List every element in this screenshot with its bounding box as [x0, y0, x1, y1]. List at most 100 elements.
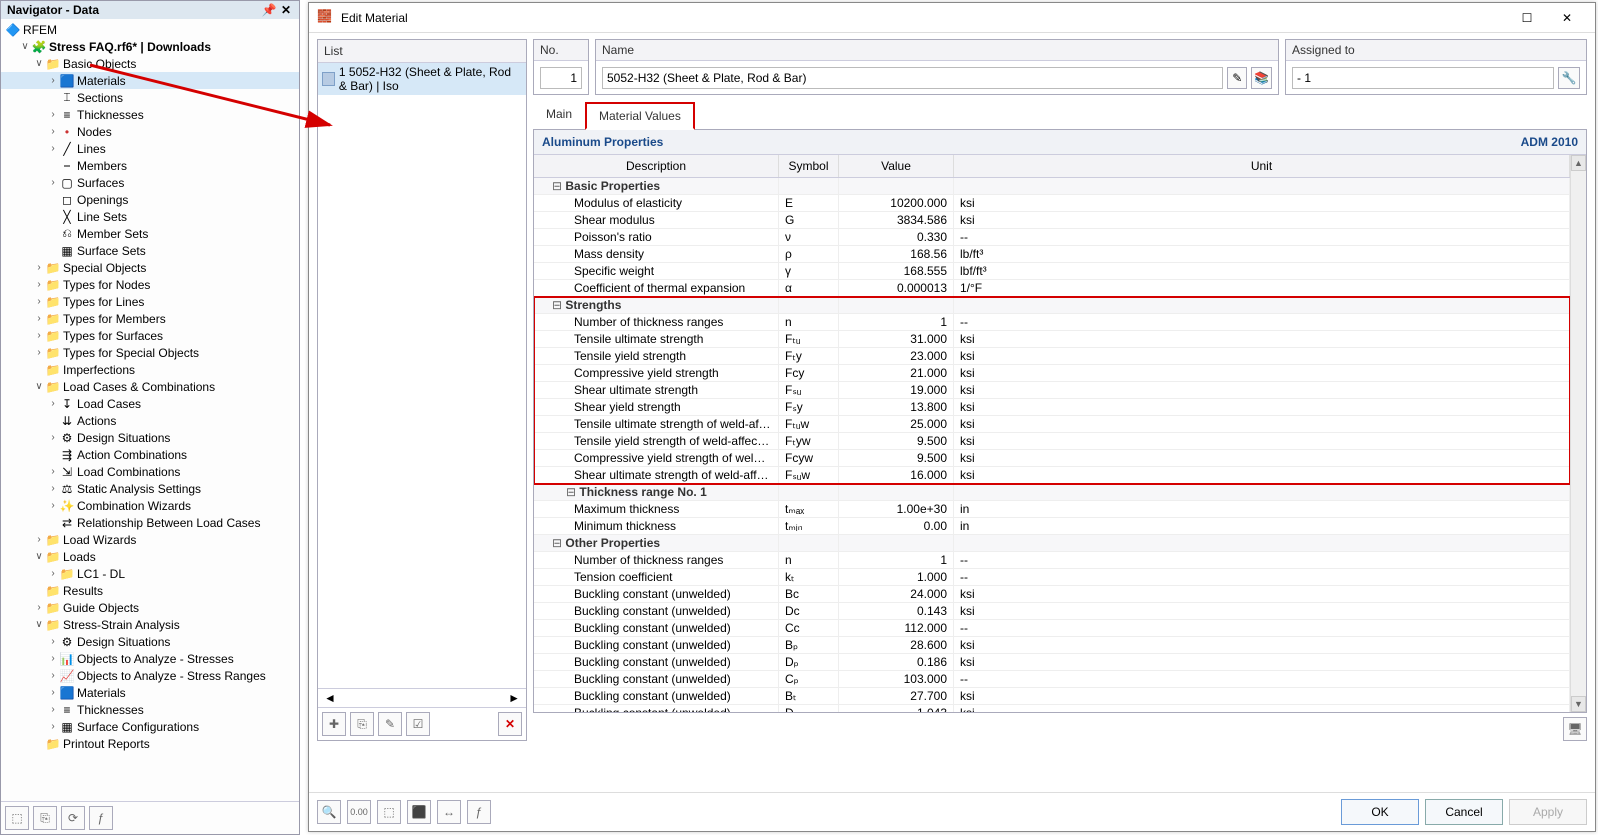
property-row[interactable]: Mass densityρ168.56lb/ft³	[534, 246, 1570, 263]
tree-special-objects[interactable]: ›📁Special Objects	[1, 259, 299, 276]
property-row[interactable]: Tensile yield strengthFₜy23.000ksi	[534, 348, 1570, 365]
property-row[interactable]: Buckling constant (unwelded)Bₜ27.700ksi	[534, 688, 1570, 705]
property-row[interactable]: Coefficient of thermal expansionα0.00001…	[534, 280, 1570, 297]
tree-imperfections[interactable]: 📁Imperfections	[1, 361, 299, 378]
property-row[interactable]: Number of thickness rangesn1--	[534, 552, 1570, 569]
property-row[interactable]: Shear yield strengthFₛy13.800ksi	[534, 399, 1570, 416]
nav-tool-2[interactable]: ⎘	[33, 806, 57, 830]
property-row[interactable]: Shear ultimate strength of weld-affected…	[534, 467, 1570, 484]
footer-search-icon[interactable]: 🔍	[317, 800, 341, 824]
property-row[interactable]: Tension coefficientkₜ1.000--	[534, 569, 1570, 586]
tree-sections[interactable]: ⌶Sections	[1, 89, 299, 106]
tree-member-sets[interactable]: ⎌Member Sets	[1, 225, 299, 242]
footer-tool4-icon[interactable]: ⬛	[407, 800, 431, 824]
navigator-tree[interactable]: 🔷RFEM ∨🧩Stress FAQ.rf6* | Downloads ∨📁Ba…	[1, 19, 299, 801]
tree-load-combos[interactable]: ›⇲Load Combinations	[1, 463, 299, 480]
tree-actions[interactable]: ⇊Actions	[1, 412, 299, 429]
section-header[interactable]: Basic Properties	[534, 178, 1570, 195]
props-tool-button[interactable]: 🖥	[1563, 717, 1587, 741]
tree-rel-lc[interactable]: ⇄Relationship Between Load Cases	[1, 514, 299, 531]
property-row[interactable]: Buckling constant (unwelded)Bc24.000ksi	[534, 586, 1570, 603]
tree-static-analysis[interactable]: ›⚖Static Analysis Settings	[1, 480, 299, 497]
tab-main[interactable]: Main	[533, 101, 585, 129]
tree-load-cases[interactable]: ›↧Load Cases	[1, 395, 299, 412]
tree-types-lines[interactable]: ›📁Types for Lines	[1, 293, 299, 310]
property-row[interactable]: Minimum thicknesstₘᵢₙ0.00in	[534, 518, 1570, 535]
ok-button[interactable]: OK	[1341, 799, 1419, 825]
tree-design-situations[interactable]: ›⚙Design Situations	[1, 429, 299, 446]
tree-ssa[interactable]: ∨📁Stress-Strain Analysis	[1, 616, 299, 633]
property-row[interactable]: Poisson's ratioν0.330--	[534, 229, 1570, 246]
cancel-button[interactable]: Cancel	[1425, 799, 1503, 825]
material-list[interactable]: 1 5052-H32 (Sheet & Plate, Rod & Bar) | …	[318, 63, 526, 688]
tab-material-values[interactable]: Material Values	[585, 102, 695, 130]
list-item[interactable]: 1 5052-H32 (Sheet & Plate, Rod & Bar) | …	[318, 63, 526, 95]
tree-file[interactable]: ∨🧩Stress FAQ.rf6* | Downloads	[1, 38, 299, 55]
tree-ssa-surf-conf[interactable]: ›▦Surface Configurations	[1, 718, 299, 735]
property-row[interactable]: Tensile ultimate strengthFₜᵤ31.000ksi	[534, 331, 1570, 348]
nav-tool-4[interactable]: ƒ	[89, 806, 113, 830]
section-header[interactable]: Other Properties	[534, 535, 1570, 552]
name-edit-icon[interactable]: ✎	[1227, 67, 1248, 89]
tree-ssa-design[interactable]: ›⚙Design Situations	[1, 633, 299, 650]
tree-types-surfaces[interactable]: ›📁Types for Surfaces	[1, 327, 299, 344]
tree-results[interactable]: 📁Results	[1, 582, 299, 599]
grid-scrollbar[interactable]: ▲ ▼	[1570, 155, 1586, 712]
name-input[interactable]	[602, 67, 1223, 89]
list-new-button[interactable]: ✚	[322, 712, 346, 736]
property-row[interactable]: Buckling constant (unwelded)Dₚ0.186ksi	[534, 654, 1570, 671]
nav-tool-1[interactable]: ⬚	[5, 806, 29, 830]
window-maximize-icon[interactable]: ☐	[1507, 4, 1547, 32]
property-row[interactable]: Compressive yield strength of weld-affec…	[534, 450, 1570, 467]
tree-materials[interactable]: ›🟦Materials	[1, 72, 299, 89]
nav-close-icon[interactable]: ✕	[279, 3, 293, 17]
tree-root[interactable]: 🔷RFEM	[1, 21, 299, 38]
tree-surface-sets[interactable]: ▦Surface Sets	[1, 242, 299, 259]
tree-load-wizards[interactable]: ›📁Load Wizards	[1, 531, 299, 548]
list-tool4-button[interactable]: ☑	[406, 712, 430, 736]
tree-nodes[interactable]: ›•Nodes	[1, 123, 299, 140]
property-row[interactable]: Maximum thicknesstₘₐₓ1.00e+30in	[534, 501, 1570, 518]
property-row[interactable]: Shear ultimate strengthFₛᵤ19.000ksi	[534, 382, 1570, 399]
property-row[interactable]: Buckling constant (unwelded)Dₜ1.043ksi	[534, 705, 1570, 712]
property-row[interactable]: Buckling constant (unwelded)Bₚ28.600ksi	[534, 637, 1570, 654]
property-row[interactable]: Compressive yield strengthFcy21.000ksi	[534, 365, 1570, 382]
tree-lines[interactable]: ›╱Lines	[1, 140, 299, 157]
footer-tool5-icon[interactable]: ↔	[437, 800, 461, 824]
list-scroll-right[interactable]: ►	[504, 691, 524, 705]
property-row[interactable]: Number of thickness rangesn1--	[534, 314, 1570, 331]
assigned-input[interactable]	[1292, 67, 1554, 89]
tree-guide-objects[interactable]: ›📁Guide Objects	[1, 599, 299, 616]
property-row[interactable]: Specific weightγ168.555lbf/ft³	[534, 263, 1570, 280]
tree-loads[interactable]: ∨📁Loads	[1, 548, 299, 565]
list-copy-button[interactable]: ⎘	[350, 712, 374, 736]
property-row[interactable]: Modulus of elasticityE10200.000ksi	[534, 195, 1570, 212]
property-row[interactable]: Tensile ultimate strength of weld-affect…	[534, 416, 1570, 433]
tree-ssa-materials[interactable]: ›🟦Materials	[1, 684, 299, 701]
tree-ssa-obj-ranges[interactable]: ›📈Objects to Analyze - Stress Ranges	[1, 667, 299, 684]
property-row[interactable]: Tensile yield strength of weld-affected …	[534, 433, 1570, 450]
tree-ssa-obj-stress[interactable]: ›📊Objects to Analyze - Stresses	[1, 650, 299, 667]
properties-grid[interactable]: Description Symbol Value Unit Basic Prop…	[534, 155, 1570, 712]
property-row[interactable]: Buckling constant (unwelded)Dc0.143ksi	[534, 603, 1570, 620]
section-header[interactable]: Strengths	[534, 297, 1570, 314]
tree-types-nodes[interactable]: ›📁Types for Nodes	[1, 276, 299, 293]
nav-tool-3[interactable]: ⟳	[61, 806, 85, 830]
tree-line-sets[interactable]: ╳Line Sets	[1, 208, 299, 225]
tree-basic-objects[interactable]: ∨📁Basic Objects	[1, 55, 299, 72]
property-row[interactable]: Buckling constant (unwelded)Cₚ103.000--	[534, 671, 1570, 688]
tree-types-special[interactable]: ›📁Types for Special Objects	[1, 344, 299, 361]
tree-action-combos[interactable]: ⇶Action Combinations	[1, 446, 299, 463]
tree-surfaces[interactable]: ›▢Surfaces	[1, 174, 299, 191]
scroll-down-icon[interactable]: ▼	[1571, 696, 1586, 712]
tree-ssa-thick[interactable]: ›≡Thicknesses	[1, 701, 299, 718]
tree-openings[interactable]: ◻Openings	[1, 191, 299, 208]
scroll-up-icon[interactable]: ▲	[1571, 155, 1586, 171]
section-header[interactable]: Thickness range No. 1	[534, 484, 1570, 501]
tree-thicknesses[interactable]: ›≡Thicknesses	[1, 106, 299, 123]
tree-members[interactable]: ⎯Members	[1, 157, 299, 174]
name-library-icon[interactable]: 📚	[1251, 67, 1272, 89]
no-input[interactable]	[540, 67, 582, 89]
footer-tool6-icon[interactable]: ƒ	[467, 800, 491, 824]
assigned-pick-icon[interactable]: 🔧	[1558, 67, 1580, 89]
